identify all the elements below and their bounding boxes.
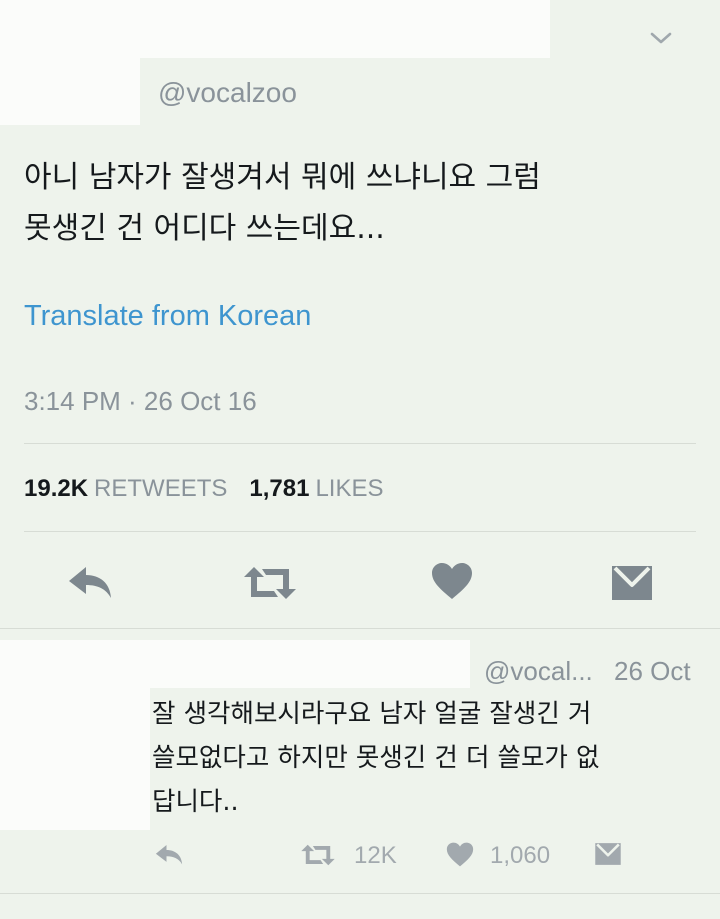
- retweet-icon[interactable]: [300, 843, 336, 867]
- tweet-author-handle[interactable]: @vocalzoo: [158, 77, 297, 109]
- likes-count[interactable]: 1,781: [249, 475, 309, 502]
- retweet-icon[interactable]: [242, 565, 298, 601]
- direct-message-icon[interactable]: [610, 563, 654, 603]
- tweet-text-line: 못생긴 건 어디다 쓰는데요...: [24, 211, 385, 246]
- retweets-label[interactable]: RETWEETS: [94, 475, 227, 502]
- reply-text: 잘 생각해보시라구요 남자 얼굴 잘생긴 거 쓸모없다고 하지만 못생긴 건 더…: [152, 692, 692, 824]
- tweet-separator: [0, 628, 720, 629]
- likes-label[interactable]: LIKES: [315, 475, 383, 502]
- reply-text-line: 잘 생각해보시라구요 남자 얼굴 잘생긴 거: [152, 699, 592, 729]
- redacted-avatar-area: [0, 40, 140, 125]
- divider: [24, 531, 696, 532]
- tweet-timestamp: 3:14 PM · 26 Oct 16: [24, 386, 257, 416]
- tweet-separator: [0, 893, 720, 894]
- heart-icon[interactable]: [446, 842, 474, 867]
- tweet-page: { "tweet": { "handle": "@vocalzoo", "tex…: [0, 0, 720, 919]
- reply-time: 26 Oct: [614, 656, 691, 686]
- reply-text-line: 쓸모없다고 하지만 못생긴 건 더 쓸모가 없: [152, 743, 600, 773]
- divider: [24, 443, 696, 444]
- reply-icon[interactable]: [154, 842, 184, 868]
- translate-link[interactable]: Translate from Korean: [24, 300, 311, 333]
- retweets-count[interactable]: 19.2K: [24, 475, 88, 502]
- reply-retweets-count[interactable]: 12K: [354, 842, 397, 870]
- heart-icon[interactable]: [431, 562, 473, 600]
- redacted-reply-avatar: [0, 640, 150, 830]
- tweet-text: 아니 남자가 잘생겨서 뭐에 쓰냐니요 그럼 못생긴 건 어디다 쓰는데요...: [24, 152, 704, 254]
- tweet-text-line: 아니 남자가 잘생겨서 뭐에 쓰냐니요 그럼: [24, 160, 541, 195]
- chevron-down-icon[interactable]: [648, 28, 674, 48]
- reply-likes-count[interactable]: 1,060: [490, 842, 550, 870]
- direct-message-icon[interactable]: [594, 841, 622, 867]
- tweet-stats: 19.2K RETWEETS 1,781 LIKES: [24, 475, 384, 503]
- reply-author-handle[interactable]: @vocal...: [484, 656, 593, 687]
- reply-icon[interactable]: [66, 563, 114, 603]
- reply-text-line: 답니다..: [152, 787, 239, 817]
